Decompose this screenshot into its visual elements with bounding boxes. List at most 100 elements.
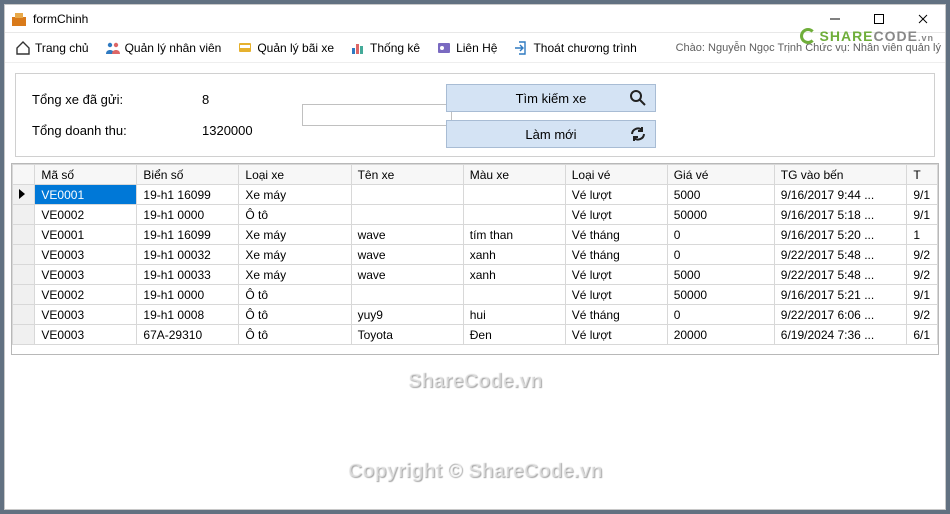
cell-ten[interactable]: wave [351,245,463,265]
cell-mau[interactable] [463,285,565,305]
cell-loaive[interactable]: Vé lượt [565,205,667,225]
cell-mau[interactable]: hui [463,305,565,325]
cell-mau[interactable] [463,205,565,225]
cell-loaixe[interactable]: Ô tô [239,285,351,305]
row-header[interactable] [13,305,35,325]
cell-ma[interactable]: VE0003 [35,305,137,325]
maximize-button[interactable] [857,5,901,33]
table-row[interactable]: VE000319-h1 00033Xe máywavexanhVé lượt50… [13,265,938,285]
row-header[interactable] [13,325,35,345]
cell-bien[interactable]: 19-h1 00033 [137,265,239,285]
cell-tg2[interactable]: 9/2 [907,245,938,265]
cell-mau[interactable]: tím than [463,225,565,245]
cell-ten[interactable]: wave [351,225,463,245]
cell-tg[interactable]: 6/19/2024 7:36 ... [774,325,907,345]
search-input[interactable] [302,104,452,126]
cell-bien[interactable]: 19-h1 16099 [137,225,239,245]
cell-bien[interactable]: 67A-29310 [137,325,239,345]
cell-tg[interactable]: 9/22/2017 6:06 ... [774,305,907,325]
col-loaive[interactable]: Loại vé [565,165,667,185]
col-ma[interactable]: Mã số [35,165,137,185]
cell-loaixe[interactable]: Ô tô [239,325,351,345]
cell-gia[interactable]: 5000 [667,185,774,205]
cell-gia[interactable]: 50000 [667,205,774,225]
row-header[interactable] [13,245,35,265]
cell-ma[interactable]: VE0003 [35,245,137,265]
cell-loaive[interactable]: Vé tháng [565,305,667,325]
cell-loaive[interactable]: Vé lượt [565,285,667,305]
cell-ma[interactable]: VE0001 [35,225,137,245]
cell-tg[interactable]: 9/16/2017 5:21 ... [774,285,907,305]
cell-tg2[interactable]: 9/2 [907,305,938,325]
nav-home[interactable]: Trang chủ [9,38,95,58]
cell-loaive[interactable]: Vé lượt [565,325,667,345]
close-button[interactable] [901,5,945,33]
cell-loaive[interactable]: Vé lượt [565,185,667,205]
cell-tg[interactable]: 9/16/2017 5:20 ... [774,225,907,245]
table-row[interactable]: VE000119-h1 16099Xe máywavetím thanVé th… [13,225,938,245]
cell-tg2[interactable]: 1 [907,225,938,245]
cell-loaixe[interactable]: Ô tô [239,305,351,325]
col-loaixe[interactable]: Loại xe [239,165,351,185]
cell-tg[interactable]: 9/16/2017 9:44 ... [774,185,907,205]
col-gia[interactable]: Giá vé [667,165,774,185]
cell-gia[interactable]: 0 [667,225,774,245]
cell-ma[interactable]: VE0003 [35,325,137,345]
nav-contact[interactable]: Liên Hệ [430,38,503,58]
cell-ten[interactable] [351,205,463,225]
table-row[interactable]: VE000367A-29310Ô tôToyotaĐenVé lượt20000… [13,325,938,345]
cell-gia[interactable]: 0 [667,245,774,265]
table-row[interactable]: VE000219-h1 0000Ô tôVé lượt500009/16/201… [13,285,938,305]
cell-loaixe[interactable]: Xe máy [239,225,351,245]
col-tg2[interactable]: T [907,165,938,185]
cell-ten[interactable]: wave [351,265,463,285]
data-grid[interactable]: Mã số Biển số Loại xe Tên xe Màu xe Loại… [11,163,939,355]
cell-mau[interactable] [463,185,565,205]
nav-exit[interactable]: Thoát chương trình [507,38,642,58]
row-header[interactable] [13,285,35,305]
cell-bien[interactable]: 19-h1 0000 [137,205,239,225]
col-bien[interactable]: Biển số [137,165,239,185]
cell-ten[interactable]: yuy9 [351,305,463,325]
cell-tg2[interactable]: 9/1 [907,285,938,305]
cell-loaive[interactable]: Vé tháng [565,225,667,245]
search-button[interactable]: Tìm kiếm xe [446,84,656,112]
cell-loaixe[interactable]: Xe máy [239,185,351,205]
cell-loaixe[interactable]: Xe máy [239,265,351,285]
minimize-button[interactable] [813,5,857,33]
cell-gia[interactable]: 5000 [667,265,774,285]
cell-loaixe[interactable]: Ô tô [239,205,351,225]
row-header[interactable] [13,185,35,205]
cell-loaive[interactable]: Vé tháng [565,245,667,265]
row-header[interactable] [13,265,35,285]
cell-loaive[interactable]: Vé lượt [565,265,667,285]
cell-bien[interactable]: 19-h1 0008 [137,305,239,325]
cell-tg[interactable]: 9/22/2017 5:48 ... [774,265,907,285]
cell-tg2[interactable]: 9/1 [907,205,938,225]
cell-ten[interactable] [351,185,463,205]
cell-bien[interactable]: 19-h1 16099 [137,185,239,205]
cell-mau[interactable]: xanh [463,245,565,265]
table-row[interactable]: VE000219-h1 0000Ô tô Vé lượt500009/16/201… [13,205,938,225]
cell-ten[interactable] [351,285,463,305]
refresh-button[interactable]: Làm mới [446,120,656,148]
cell-ma[interactable]: VE0003 [35,265,137,285]
cell-mau[interactable]: xanh [463,265,565,285]
cell-tg2[interactable]: 9/1 [907,185,938,205]
cell-mau[interactable]: Đen [463,325,565,345]
cell-ten[interactable]: Toyota [351,325,463,345]
cell-gia[interactable]: 20000 [667,325,774,345]
nav-parking[interactable]: Quản lý bãi xe [231,38,340,58]
nav-staff[interactable]: Quản lý nhân viên [99,38,228,58]
cell-ma[interactable]: VE0002 [35,205,137,225]
table-row[interactable]: VE000319-h1 00032Xe máywavexanhVé tháng0… [13,245,938,265]
table-row[interactable]: VE000119-h1 16099Xe máyVé lượt50009/16/2… [13,185,938,205]
row-header[interactable] [13,205,35,225]
cell-bien[interactable]: 19-h1 00032 [137,245,239,265]
cell-gia[interactable]: 50000 [667,285,774,305]
cell-tg2[interactable]: 9/2 [907,265,938,285]
cell-tg2[interactable]: 6/1 [907,325,938,345]
cell-tg[interactable]: 9/16/2017 5:18 ... [774,205,907,225]
table-row[interactable]: VE000319-h1 0008Ô tôyuy9huiVé tháng09/22… [13,305,938,325]
row-header[interactable] [13,225,35,245]
